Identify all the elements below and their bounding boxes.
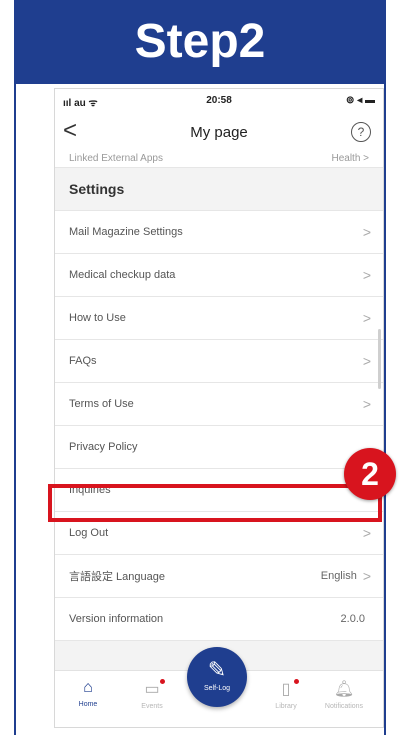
tab-library-label: Library [275,703,297,710]
notification-dot [160,679,165,684]
chevron-right-icon: > [362,267,371,283]
chevron-right-icon: > [362,353,371,369]
help-icon[interactable]: ? [351,122,371,142]
status-time: 20:58 [206,95,232,106]
phone-screen: ııl au ᯤ 20:58 ⊚ ◂ ▬ < My page ? Linked … [54,88,384,728]
status-bar: ııl au ᯤ 20:58 ⊚ ◂ ▬ [55,89,383,113]
step-number-badge: 2 [344,448,396,500]
pencil-icon: ✎ [207,657,227,682]
chevron-right-icon: > [362,568,371,584]
inquiries-highlight [48,484,382,522]
bell-icon: 🔔︎ [333,681,355,698]
chevron-right-icon: > [362,525,371,541]
tab-home-label: Home [78,701,98,708]
step-title: Step2 [14,0,386,84]
settings-item-faqs[interactable]: FAQs > [55,340,383,383]
settings-item-value: English [320,570,357,582]
scrollbar[interactable] [378,329,381,389]
tab-notifications[interactable]: 🔔︎ Notifications [319,679,369,710]
settings-item-language[interactable]: 言語設定 Language English > [55,555,383,598]
page-title: My page [190,124,248,141]
settings-item-label: 言語設定 Language [69,571,165,583]
tab-notifications-label: Notifications [324,703,364,710]
nav-bar: < My page ? [55,113,383,153]
settings-item-label: FAQs [69,355,97,367]
tab-events[interactable]: ▭ Events [127,679,177,710]
linked-apps-value: Health > [331,153,369,164]
tab-events-label: Events [141,703,163,710]
settings-list: Linked External Apps Health > Settings M… [55,153,383,681]
self-log-label: Self-Log [203,685,231,692]
chevron-right-icon: > [362,224,371,240]
settings-item-label: Terms of Use [69,398,134,410]
settings-item-label: Log Out [69,527,109,539]
settings-item-value: 2.0.0 [340,613,365,625]
settings-item-label: How to Use [69,312,126,324]
settings-item-terms[interactable]: Terms of Use > [55,383,383,426]
settings-item-medical-checkup[interactable]: Medical checkup data > [55,254,383,297]
settings-item-label: Version information [69,613,164,625]
settings-item-label: Mail Magazine Settings [69,226,183,238]
notification-dot [294,679,299,684]
tab-home[interactable]: ⌂ Home [63,679,113,708]
battery-icon: ⊚ ◂ ▬ [346,95,375,106]
tab-library[interactable]: ▯ Library [261,679,311,710]
settings-item-how-to-use[interactable]: How to Use > [55,297,383,340]
linked-apps-label: Linked External Apps [69,153,163,164]
settings-item-label: Privacy Policy [69,441,138,453]
settings-section-title: Settings [55,168,383,211]
calendar-icon: ▭ [127,679,177,699]
home-icon: ⌂ [83,679,93,696]
settings-item-mail-magazine[interactable]: Mail Magazine Settings > [55,211,383,254]
linked-apps-row[interactable]: Linked External Apps Health > [55,153,383,168]
self-log-button[interactable]: ✎ Self-Log [187,647,247,707]
chevron-right-icon: > [362,310,371,326]
settings-item-version: Version information 2.0.0 [55,598,383,641]
book-icon: ▯ [261,679,311,699]
settings-item-privacy[interactable]: Privacy Policy [55,426,383,469]
chevron-right-icon: > [362,396,371,412]
settings-item-label: Medical checkup data [69,269,176,281]
